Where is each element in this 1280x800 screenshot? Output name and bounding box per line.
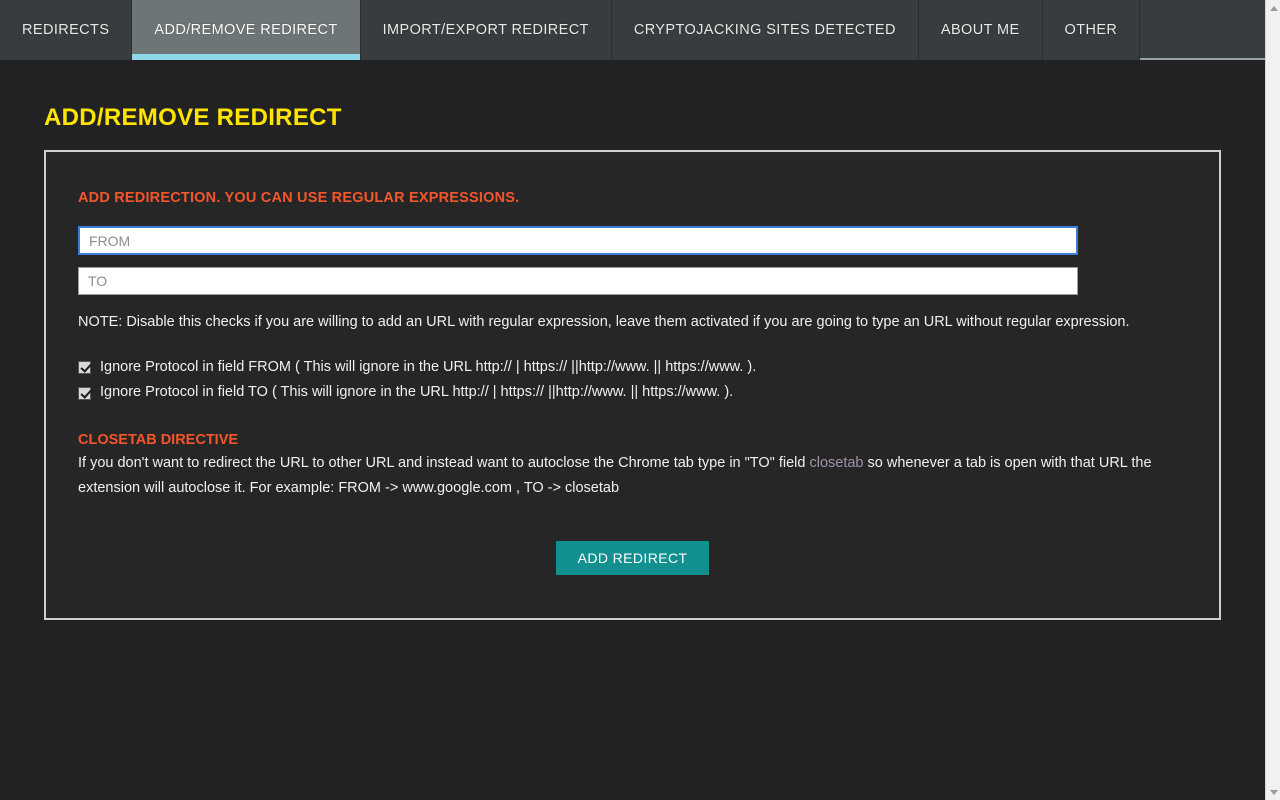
triangle-down-icon <box>1270 790 1278 795</box>
regex-note: NOTE: Disable this checks if you are wil… <box>78 312 1187 333</box>
tab-bar: REDIRECTS ADD/REMOVE REDIRECT IMPORT/EXP… <box>0 0 1265 60</box>
tab-label: ABOUT ME <box>941 22 1020 38</box>
checkbox-row-ignore-protocol-to[interactable]: Ignore Protocol in field TO ( This will … <box>78 380 1187 405</box>
tab-label: IMPORT/EXPORT REDIRECT <box>383 22 589 38</box>
tab-cryptojacking-sites-detected[interactable]: CRYPTOJACKING SITES DETECTED <box>612 0 919 60</box>
closetab-keyword: closetab <box>809 455 863 471</box>
checkbox-checked-icon[interactable] <box>78 387 91 400</box>
closetab-text-before: If you don't want to redirect the URL to… <box>78 455 809 471</box>
tab-add-remove-redirect[interactable]: ADD/REMOVE REDIRECT <box>132 0 360 60</box>
vertical-scrollbar[interactable] <box>1265 0 1280 800</box>
submit-row: ADD REDIRECT <box>78 541 1187 575</box>
tab-other[interactable]: OTHER <box>1043 0 1141 60</box>
checkbox-label: Ignore Protocol in field FROM ( This wil… <box>100 355 756 380</box>
to-input[interactable] <box>78 267 1078 295</box>
page-title: ADD/REMOVE REDIRECT <box>44 104 1265 132</box>
checkbox-row-ignore-protocol-from[interactable]: Ignore Protocol in field FROM ( This wil… <box>78 355 1187 380</box>
tab-about-me[interactable]: ABOUT ME <box>919 0 1043 60</box>
tab-redirects[interactable]: REDIRECTS <box>0 0 132 60</box>
closetab-heading: CLOSETAB DIRECTIVE <box>78 432 1187 448</box>
extension-options-page: REDIRECTS ADD/REMOVE REDIRECT IMPORT/EXP… <box>0 0 1265 800</box>
tab-import-export-redirect[interactable]: IMPORT/EXPORT REDIRECT <box>361 0 612 60</box>
tab-label: CRYPTOJACKING SITES DETECTED <box>634 22 896 38</box>
ignore-protocol-checkbox-group: Ignore Protocol in field FROM ( This wil… <box>78 355 1187 406</box>
checkbox-label: Ignore Protocol in field TO ( This will … <box>100 380 733 405</box>
scrollbar-track[interactable] <box>1266 16 1280 784</box>
scrollbar-up-button[interactable] <box>1266 0 1280 16</box>
tab-label: OTHER <box>1065 22 1118 38</box>
checkbox-checked-icon[interactable] <box>78 361 91 374</box>
add-redirect-panel: ADD REDIRECTION. YOU CAN USE REGULAR EXP… <box>44 150 1221 620</box>
page-content: ADD/REMOVE REDIRECT ADD REDIRECTION. YOU… <box>0 104 1265 620</box>
section-heading: ADD REDIRECTION. YOU CAN USE REGULAR EXP… <box>78 190 1187 206</box>
from-input[interactable] <box>78 226 1078 255</box>
add-redirect-button[interactable]: ADD REDIRECT <box>556 541 710 575</box>
triangle-up-icon <box>1270 6 1278 11</box>
scrollbar-down-button[interactable] <box>1266 784 1280 800</box>
tab-bar-filler <box>1140 0 1265 58</box>
closetab-description: If you don't want to redirect the URL to… <box>78 451 1187 501</box>
tab-label: ADD/REMOVE REDIRECT <box>154 22 337 38</box>
tab-label: REDIRECTS <box>22 22 109 38</box>
